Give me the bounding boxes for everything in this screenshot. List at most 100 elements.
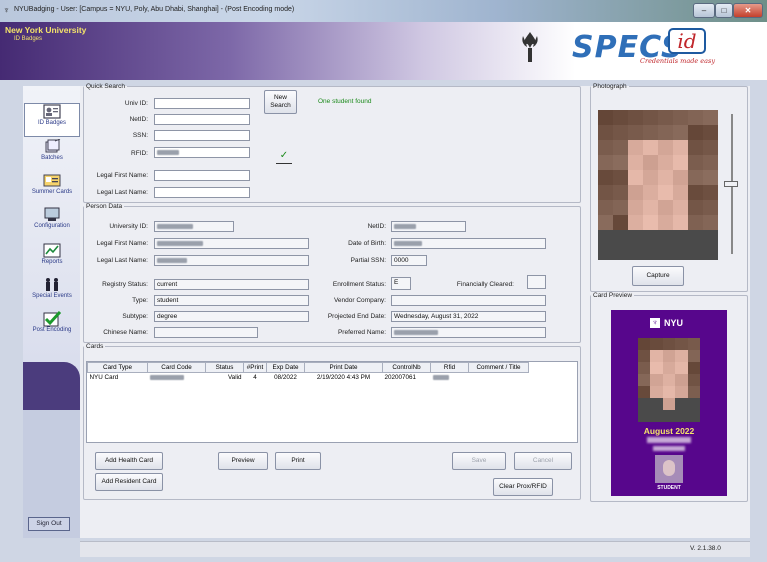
cell-print-date: 2/19/2020 4:43 PM: [316, 373, 371, 381]
add-resident-card-button[interactable]: Add Resident Card: [95, 473, 163, 491]
app-subtitle: ID Badges: [14, 36, 43, 42]
photo-pixel: [650, 386, 663, 398]
close-button[interactable]: ✕: [733, 3, 763, 18]
legal-first-search-input[interactable]: [154, 170, 250, 181]
cancel-button[interactable]: Cancel: [514, 452, 572, 470]
photo-pixel: [658, 215, 673, 230]
redacted-value: [157, 240, 203, 246]
col-print-date[interactable]: Print Date: [304, 362, 383, 373]
photo-pixel: [643, 155, 658, 170]
sidebar-item-label: ID Badges: [37, 120, 67, 126]
card-preview-image: ♆ NYU August 2022 STUDENT: [611, 310, 727, 496]
photo-pixel: [638, 374, 651, 386]
univ-id-label: Univ ID:: [124, 100, 148, 107]
photo-pixel: [650, 398, 663, 410]
photo-pixel: [638, 410, 651, 422]
photo-pixel: [703, 155, 718, 170]
card-mini-photo: [655, 455, 683, 483]
app-torch-icon: ♆: [3, 5, 10, 15]
photo-pixel: [703, 185, 718, 200]
legal-first-search-label: Legal First Name:: [96, 172, 148, 179]
col-rfid[interactable]: Rfid: [430, 362, 469, 373]
photo-pixel: [658, 125, 673, 140]
zoom-slider-thumb[interactable]: [724, 181, 738, 187]
redacted-value: [157, 257, 187, 263]
sidebar-item-special-events[interactable]: Special Events: [24, 277, 80, 307]
cards-table-header: Card Type Card Code Status #Print Exp Da…: [87, 362, 529, 373]
university-id-field: [154, 221, 234, 232]
photo-pixel: [703, 230, 718, 245]
sidebar-item-reports[interactable]: Reports: [24, 243, 80, 273]
sign-out-button[interactable]: Sign Out: [28, 517, 70, 531]
redacted-value: [394, 329, 438, 335]
clear-prox-rfid-button[interactable]: Clear Prox/RFID: [493, 478, 553, 496]
sidebar-item-id-badges[interactable]: ID Badges: [24, 103, 80, 137]
redacted-value: [157, 149, 179, 155]
new-search-button[interactable]: New Search: [264, 90, 297, 114]
photo-pixel: [598, 155, 613, 170]
legal-last-search-input[interactable]: [154, 187, 250, 198]
col-control-nb[interactable]: ControlNb: [382, 362, 431, 373]
sidebar-item-summer-cards[interactable]: Summer Cards: [24, 173, 80, 203]
maximize-button[interactable]: □: [715, 3, 733, 18]
cell-exp-date: 08/2022: [274, 373, 297, 381]
card-photo: [638, 338, 700, 422]
new-search-line1: New: [273, 94, 287, 101]
print-button[interactable]: Print: [275, 452, 321, 470]
col-card-code[interactable]: Card Code: [147, 362, 206, 373]
cell-rfid: [431, 373, 469, 382]
table-row[interactable]: NYU Card Valid 4 08/2022 2/19/2020 4:43 …: [88, 373, 529, 382]
photo-pixel: [613, 155, 628, 170]
ssn-input[interactable]: [154, 130, 250, 141]
subtype-label: Subtype:: [122, 313, 148, 320]
photo-pixel: [628, 170, 643, 185]
netid-search-input[interactable]: [154, 114, 250, 125]
new-search-line2: Search: [270, 102, 291, 109]
col-status[interactable]: Status: [205, 362, 244, 373]
add-health-card-button[interactable]: Add Health Card: [95, 452, 163, 470]
legal-first-name-field: [154, 238, 309, 249]
photo-pixel: [643, 245, 658, 260]
netid-search-label: NetID:: [129, 116, 148, 123]
card-expiry: August 2022: [643, 426, 695, 436]
photo-pixel: [688, 200, 703, 215]
sidebar-item-post-encoding[interactable]: Post Encoding: [24, 310, 80, 343]
capture-button[interactable]: Capture: [632, 266, 684, 286]
col-print-count[interactable]: #Print: [243, 362, 267, 373]
photo-pixel: [628, 185, 643, 200]
netid-field: [391, 221, 466, 232]
special-events-icon: [41, 277, 63, 293]
sidebar-item-batches[interactable]: Batches: [24, 138, 80, 169]
photo-pixel: [687, 386, 700, 398]
photo-pixel: [673, 230, 688, 245]
col-card-type[interactable]: Card Type: [87, 362, 148, 373]
partial-ssn-label: Partial SSN:: [350, 257, 386, 264]
preview-button[interactable]: Preview: [218, 452, 268, 470]
photo-pixel: [628, 140, 643, 155]
summer-cards-icon: [41, 173, 63, 189]
cards-table[interactable]: Card Type Card Code Status #Print Exp Da…: [86, 361, 578, 443]
photo-pixel: [638, 338, 651, 350]
col-comment-title[interactable]: Comment / Title: [468, 362, 529, 373]
photo-pixel: [673, 155, 688, 170]
minimize-button[interactable]: –: [693, 3, 715, 18]
photo-pixel: [628, 200, 643, 215]
photo-pixel: [628, 245, 643, 260]
sidebar-item-configuration[interactable]: Configuration: [24, 207, 80, 237]
photo-pixel: [703, 215, 718, 230]
univ-id-input[interactable]: [154, 98, 250, 109]
reports-icon: [41, 243, 63, 259]
photo-pixel: [650, 410, 663, 422]
photo-pixel: [643, 200, 658, 215]
photo-pixel: [673, 140, 688, 155]
post-encoding-icon: [41, 310, 63, 327]
photo-pixel: [643, 125, 658, 140]
photo-pixel: [643, 230, 658, 245]
col-exp-date[interactable]: Exp Date: [266, 362, 305, 373]
ssn-label: SSN:: [132, 132, 148, 139]
photo-pixel: [675, 362, 688, 374]
rfid-input[interactable]: [154, 147, 250, 158]
photo-pixel: [658, 200, 673, 215]
photo-pixel: [703, 245, 718, 260]
save-button[interactable]: Save: [452, 452, 506, 470]
